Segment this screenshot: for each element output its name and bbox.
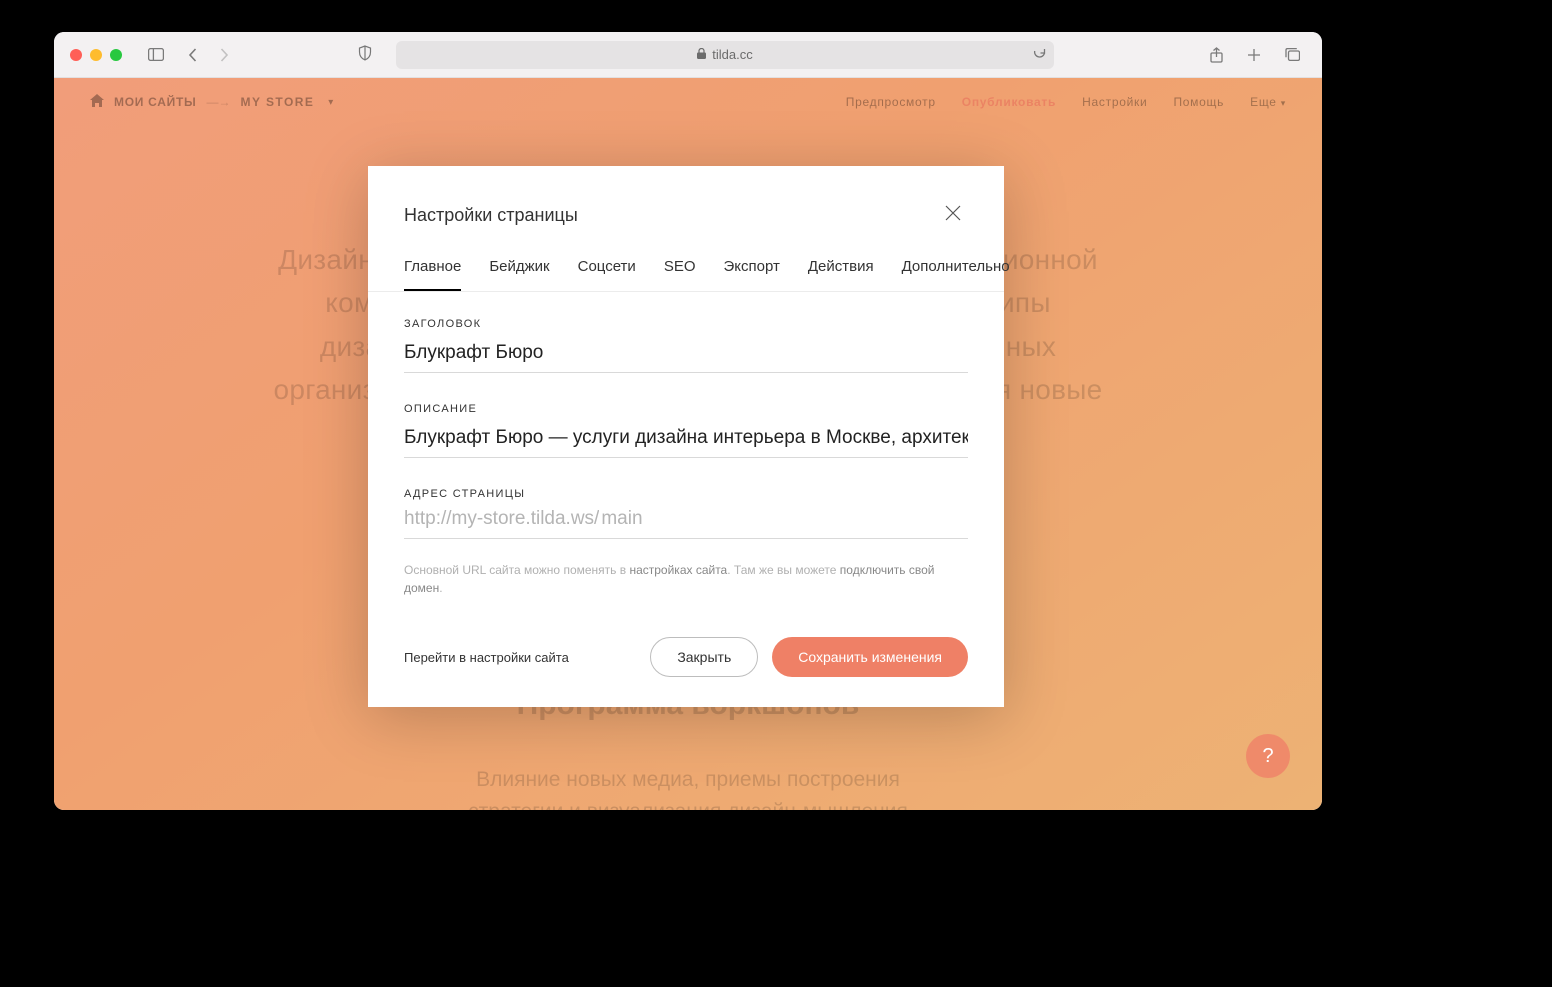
- save-button[interactable]: Сохранить изменения: [772, 637, 968, 677]
- tab-advanced[interactable]: Дополнительно: [902, 258, 1010, 291]
- window-close-button[interactable]: [70, 49, 82, 61]
- tabs-overview-button[interactable]: [1278, 43, 1306, 67]
- url-help-text: Основной URL сайта можно поменять в наст…: [404, 561, 968, 597]
- site-settings-link[interactable]: настройках сайта: [629, 563, 727, 577]
- close-button[interactable]: [938, 200, 968, 230]
- tab-actions[interactable]: Действия: [808, 258, 874, 291]
- title-label: ЗАГОЛОВОК: [404, 318, 968, 330]
- tab-badge[interactable]: Бейджик: [489, 258, 549, 291]
- url-prefix: http://my-store.tilda.ws/: [404, 508, 599, 530]
- address-bar[interactable]: tilda.cc: [396, 41, 1054, 69]
- page-settings-modal: Настройки страницы Главное Бейджик Соцсе…: [368, 166, 1004, 707]
- reload-button[interactable]: [1033, 46, 1046, 63]
- description-input[interactable]: [404, 423, 968, 458]
- sidebar-toggle-button[interactable]: [142, 43, 170, 67]
- help-fab[interactable]: ?: [1246, 734, 1290, 778]
- share-button[interactable]: [1202, 43, 1230, 67]
- window-minimize-button[interactable]: [90, 49, 102, 61]
- shield-icon: [358, 45, 372, 64]
- goto-site-settings-link[interactable]: Перейти в настройки сайта: [404, 650, 569, 665]
- window-maximize-button[interactable]: [110, 49, 122, 61]
- traffic-lights: [70, 49, 122, 61]
- modal-tabs: Главное Бейджик Соцсети SEO Экспорт Дейс…: [368, 230, 1004, 292]
- description-label: ОПИСАНИЕ: [404, 403, 968, 415]
- browser-chrome: tilda.cc: [54, 32, 1322, 78]
- nav-forward-button[interactable]: [210, 43, 238, 67]
- nav-back-button[interactable]: [178, 43, 206, 67]
- tab-export[interactable]: Экспорт: [724, 258, 780, 291]
- tab-main[interactable]: Главное: [404, 258, 461, 291]
- browser-window: tilda.cc МОИ САЙТЫ —→: [54, 32, 1322, 810]
- tab-social[interactable]: Соцсети: [578, 258, 636, 291]
- lock-icon: [697, 48, 706, 62]
- url-slug-input[interactable]: [599, 508, 968, 530]
- close-modal-button[interactable]: Закрыть: [650, 637, 758, 677]
- page-content: МОИ САЙТЫ —→ MY STORE ▾ Предпросмотр Опу…: [54, 78, 1322, 810]
- address-text: tilda.cc: [712, 47, 752, 62]
- modal-title: Настройки страницы: [404, 205, 578, 226]
- title-input[interactable]: [404, 338, 968, 373]
- url-label: АДРЕС СТРАНИЦЫ: [404, 488, 968, 500]
- tab-seo[interactable]: SEO: [664, 258, 696, 291]
- new-tab-button[interactable]: [1240, 43, 1268, 67]
